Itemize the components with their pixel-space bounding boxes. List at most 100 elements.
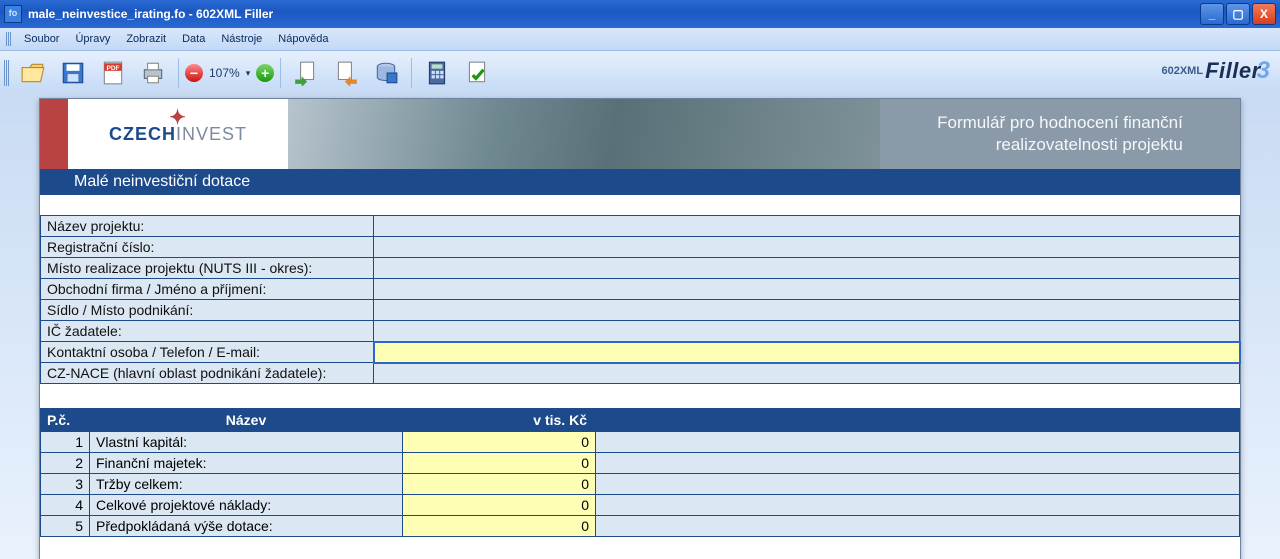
- folder-open-icon: [20, 60, 46, 86]
- validate-button[interactable]: [458, 55, 496, 91]
- info-value-field[interactable]: [374, 258, 1240, 279]
- zoom-control: − 107% ▾ +: [185, 64, 274, 82]
- fin-row-name: Vlastní kapitál:: [90, 432, 403, 453]
- import-data-button[interactable]: [287, 55, 325, 91]
- svg-text:PDF: PDF: [107, 65, 120, 72]
- menu-nastroje[interactable]: Nástroje: [213, 31, 270, 47]
- fin-row-value[interactable]: 0: [403, 495, 596, 516]
- fin-row-blank: [596, 432, 1240, 453]
- fin-row: 1Vlastní kapitál:0: [41, 432, 1240, 453]
- info-row: Kontaktní osoba / Telefon / E-mail:: [41, 342, 1240, 363]
- fin-row-blank: [596, 516, 1240, 537]
- menu-napoveda[interactable]: Nápověda: [270, 31, 336, 47]
- menubar: Soubor Úpravy Zobrazit Data Nástroje Náp…: [0, 28, 1280, 51]
- fin-row: 3Tržby celkem:0: [41, 474, 1240, 495]
- window-minimize-button[interactable]: _: [1200, 3, 1224, 25]
- fin-row-blank: [596, 474, 1240, 495]
- fin-row-blank: [596, 495, 1240, 516]
- app-window: fo male_neinvestice_irating.fo - 602XML …: [0, 0, 1280, 559]
- header-photo: [288, 99, 880, 169]
- col-header-kc: v tis. Kč: [403, 409, 596, 432]
- database-save-icon: [373, 60, 399, 86]
- fin-row-value[interactable]: 0: [403, 453, 596, 474]
- form-page: ✦ CZECHINVEST Formulář pro hodnocení fin…: [39, 98, 1241, 559]
- fin-row-number: 1: [41, 432, 90, 453]
- menu-zobrazit[interactable]: Zobrazit: [118, 31, 174, 47]
- fin-row-value[interactable]: 0: [403, 474, 596, 495]
- zoom-out-button[interactable]: −: [185, 64, 203, 82]
- info-row: Místo realizace projektu (NUTS III - okr…: [41, 258, 1240, 279]
- fin-row-name: Finanční majetek:: [90, 453, 403, 474]
- window-titlebar: fo male_neinvestice_irating.fo - 602XML …: [0, 0, 1280, 28]
- info-value-field[interactable]: [374, 363, 1240, 384]
- fin-row-blank: [596, 453, 1240, 474]
- menu-upravy[interactable]: Úpravy: [67, 31, 118, 47]
- fin-row-name: Tržby celkem:: [90, 474, 403, 495]
- window-maximize-button[interactable]: ▢: [1226, 3, 1250, 25]
- fin-row: 5Předpokládaná výše dotace:0: [41, 516, 1240, 537]
- document-canvas[interactable]: ✦ CZECHINVEST Formulář pro hodnocení fin…: [0, 90, 1280, 559]
- toolbar-separator: [178, 58, 179, 88]
- info-row: Registrační číslo:: [41, 237, 1240, 258]
- info-label: Sídlo / Místo podnikání:: [41, 300, 374, 321]
- page-arrow-in-icon: [293, 60, 319, 86]
- page-arrow-out-icon: [333, 60, 359, 86]
- col-header-blank: [596, 409, 1240, 432]
- fin-row-number: 2: [41, 453, 90, 474]
- app-icon: fo: [4, 5, 22, 23]
- zoom-dropdown-icon[interactable]: ▾: [246, 68, 251, 79]
- info-value-field[interactable]: [374, 237, 1240, 258]
- page-check-icon: [464, 60, 490, 86]
- fin-row-value[interactable]: 0: [403, 432, 596, 453]
- info-value-field[interactable]: [374, 279, 1240, 300]
- menu-soubor[interactable]: Soubor: [16, 31, 67, 47]
- header-accent-bar: [40, 99, 68, 169]
- logo-mark-icon: ✦: [169, 105, 187, 130]
- project-info-table: Název projektu:Registrační číslo:Místo r…: [40, 215, 1240, 384]
- header-desc-line2: realizovatelnosti projektu: [996, 135, 1183, 154]
- info-value-field[interactable]: [374, 216, 1240, 237]
- col-header-nazev: Název: [90, 409, 403, 432]
- form-subtitle: Malé neinvestiční dotace: [74, 173, 250, 191]
- open-button[interactable]: [14, 55, 52, 91]
- print-button[interactable]: [134, 55, 172, 91]
- printer-icon: [140, 60, 166, 86]
- fin-row: 4Celkové projektové náklady:0: [41, 495, 1240, 516]
- info-value-field[interactable]: [374, 342, 1240, 363]
- save-button[interactable]: [54, 55, 92, 91]
- financial-table: P.č.Názevv tis. Kč1Vlastní kapitál:02Fin…: [40, 408, 1240, 537]
- export-pdf-button[interactable]: PDF: [94, 55, 132, 91]
- info-value-field[interactable]: [374, 321, 1240, 342]
- info-label: Místo realizace projektu (NUTS III - okr…: [41, 258, 374, 279]
- toolbar-separator: [411, 58, 412, 88]
- fin-row-number: 3: [41, 474, 90, 495]
- header-description: Formulář pro hodnocení finanční realizov…: [880, 99, 1240, 169]
- info-row: IČ žadatele:: [41, 321, 1240, 342]
- col-header-pc: P.č.: [41, 409, 90, 432]
- header-desc-line1: Formulář pro hodnocení finanční: [937, 113, 1183, 132]
- info-row: Sídlo / Místo podnikání:: [41, 300, 1240, 321]
- save-data-button[interactable]: [367, 55, 405, 91]
- info-label: Název projektu:: [41, 216, 374, 237]
- info-label: Obchodní firma / Jméno a příjmení:: [41, 279, 374, 300]
- export-data-button[interactable]: [327, 55, 365, 91]
- fin-row-value[interactable]: 0: [403, 516, 596, 537]
- zoom-in-button[interactable]: +: [256, 64, 274, 82]
- fin-row-number: 4: [41, 495, 90, 516]
- window-close-button[interactable]: X: [1252, 3, 1276, 25]
- info-row: Název projektu:: [41, 216, 1240, 237]
- info-label: IČ žadatele:: [41, 321, 374, 342]
- form-subtitle-bar: Malé neinvestiční dotace: [40, 169, 1240, 195]
- fin-row: 2Finanční majetek:0: [41, 453, 1240, 474]
- window-title: male_neinvestice_irating.fo - 602XML Fil…: [28, 7, 1198, 21]
- menu-data[interactable]: Data: [174, 31, 213, 47]
- calculate-button[interactable]: [418, 55, 456, 91]
- logo-text-1: CZECH: [109, 124, 176, 144]
- info-label: CZ-NACE (hlavní oblast podnikání žadatel…: [41, 363, 374, 384]
- calculator-icon: [424, 60, 450, 86]
- brand-suffix: 3: [1257, 57, 1270, 85]
- fin-row-number: 5: [41, 516, 90, 537]
- info-row: CZ-NACE (hlavní oblast podnikání žadatel…: [41, 363, 1240, 384]
- info-value-field[interactable]: [374, 300, 1240, 321]
- zoom-level[interactable]: 107%: [209, 66, 240, 80]
